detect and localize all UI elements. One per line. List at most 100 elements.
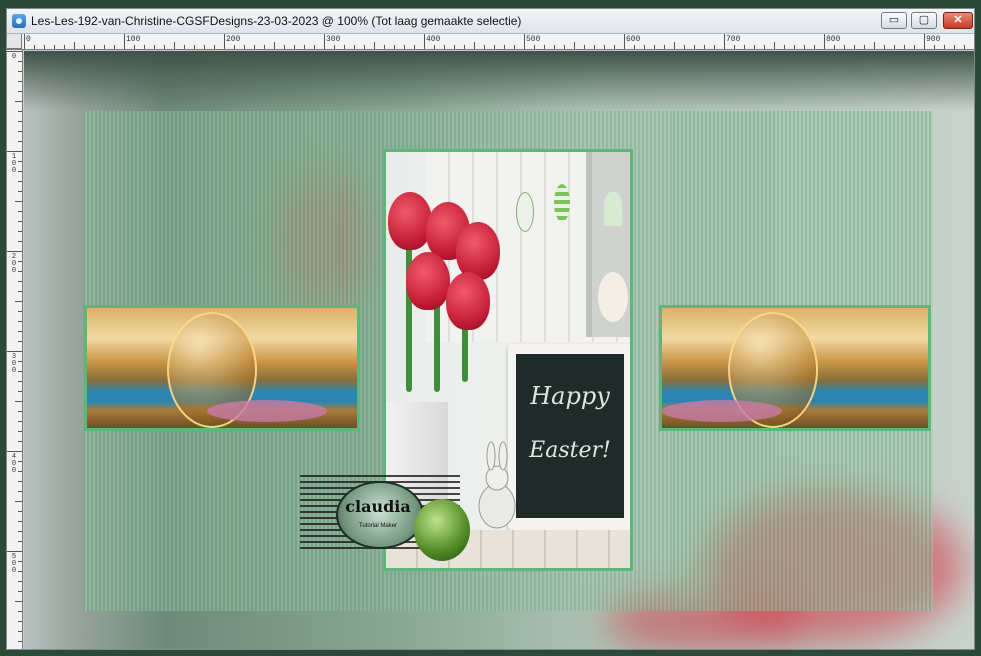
- ruler-left-label: 200: [11, 253, 17, 275]
- right-thumbnail-photo: [659, 305, 931, 431]
- ruler-tick: [18, 191, 22, 192]
- ruler-tick: [484, 45, 485, 49]
- ruler-tick: [15, 301, 22, 302]
- left-thumbnail-photo: [84, 305, 360, 431]
- ruler-tick: [7, 251, 22, 252]
- ruler-tick: [554, 45, 555, 49]
- ruler-tick: [794, 45, 795, 49]
- ruler-tick: [18, 481, 22, 482]
- hanging-egg: [554, 184, 570, 222]
- ruler-tick: [234, 45, 235, 49]
- ruler-corner: [7, 34, 22, 49]
- minimize-button[interactable]: ▭: [881, 12, 907, 29]
- tulip-flower: [456, 222, 500, 280]
- ruler-tick: [684, 45, 685, 49]
- ruler-top-label: 200: [226, 35, 241, 44]
- maximize-icon: ▢: [918, 14, 930, 26]
- ruler-tick: [18, 261, 22, 262]
- ruler-tick: [564, 45, 565, 49]
- ruler-tick: [18, 591, 22, 592]
- ruler-left-label: 300: [11, 353, 17, 375]
- ruler-tick: [804, 45, 805, 49]
- tulip-flower: [406, 252, 450, 310]
- ruler-tick: [184, 45, 185, 49]
- title-bar[interactable]: Les-Les-192-van-Christine-CGSFDesigns-23…: [7, 9, 974, 34]
- ruler-tick: [18, 321, 22, 322]
- ruler-tick: [604, 45, 605, 49]
- ruler-tick: [464, 45, 465, 49]
- ruler-tick: [394, 45, 395, 49]
- image-canvas[interactable]: Happy Easter! claudia Tutorial Maker: [24, 51, 974, 649]
- minimize-icon: ▭: [888, 14, 900, 26]
- chalkboard-frame: Happy Easter!: [508, 344, 630, 530]
- ruler-tick: [224, 34, 225, 49]
- ruler-tick: [324, 34, 325, 49]
- ruler-tick: [514, 45, 515, 49]
- ruler-top-label: 100: [126, 35, 141, 44]
- ruler-tick: [834, 45, 835, 49]
- ruler-tick: [914, 45, 915, 49]
- maximize-button[interactable]: ▢: [911, 12, 937, 29]
- ruler-tick: [304, 45, 305, 49]
- ruler-tick: [18, 381, 22, 382]
- ruler-tick: [18, 121, 22, 122]
- ruler-tick: [18, 91, 22, 92]
- ruler-tick: [444, 45, 445, 49]
- ruler-tick: [18, 341, 22, 342]
- ruler-tick: [18, 431, 22, 432]
- image-window[interactable]: Les-Les-192-van-Christine-CGSFDesigns-23…: [6, 8, 975, 650]
- ruler-tick: [18, 621, 22, 622]
- ruler-tick: [284, 45, 285, 49]
- ruler-tick: [18, 361, 22, 362]
- ruler-tick: [18, 271, 22, 272]
- ruler-tick: [15, 401, 22, 402]
- ruler-tick: [384, 45, 385, 49]
- ruler-tick: [754, 45, 755, 49]
- ruler-tick: [714, 45, 715, 49]
- ruler-tick: [524, 34, 525, 49]
- ruler-tick: [734, 45, 735, 49]
- ruler-tick: [254, 45, 255, 49]
- ruler-tick: [34, 45, 35, 49]
- ruler-tick: [18, 411, 22, 412]
- close-button[interactable]: ✕: [943, 12, 973, 29]
- close-icon: ✕: [953, 14, 963, 26]
- ruler-tick: [364, 45, 365, 49]
- ruler-top-label: 500: [526, 35, 541, 44]
- ruler-tick: [7, 51, 22, 52]
- ruler-tick: [784, 45, 785, 49]
- green-egg: [414, 499, 470, 561]
- window-title: Les-Les-192-van-Christine-CGSFDesigns-23…: [31, 14, 522, 28]
- ruler-tick: [414, 45, 415, 49]
- ruler-tick: [18, 391, 22, 392]
- ruler-top-label: 700: [726, 35, 741, 44]
- ruler-tick: [594, 45, 595, 49]
- ruler-left-label: 0: [11, 53, 17, 61]
- ruler-tick: [314, 45, 315, 49]
- ruler-top-label: 800: [826, 35, 841, 44]
- ruler-tick: [194, 45, 195, 49]
- ruler-tick: [18, 331, 22, 332]
- ruler-tick: [18, 181, 22, 182]
- ruler-tick: [744, 45, 745, 49]
- ruler-tick: [18, 471, 22, 472]
- ruler-tick: [814, 45, 815, 49]
- ruler-tick: [18, 241, 22, 242]
- ruler-tick: [504, 45, 505, 49]
- vertical-ruler[interactable]: 0 100 200 300 400 500: [7, 50, 23, 649]
- ruler-tick: [124, 34, 125, 49]
- ruler-tick: [18, 211, 22, 212]
- chalkboard: Happy Easter!: [516, 354, 624, 518]
- ruler-tick: [18, 421, 22, 422]
- horizontal-ruler[interactable]: 0 100 200 300 400 500 600 700 800 900: [7, 34, 974, 50]
- ruler-tick: [15, 601, 22, 602]
- ruler-left-label: 400: [11, 453, 17, 475]
- ruler-tick: [18, 171, 22, 172]
- ruler-tick: [18, 571, 22, 572]
- ruler-tick: [18, 71, 22, 72]
- ruler-tick: [704, 45, 705, 49]
- ruler-top-label: 900: [926, 35, 941, 44]
- ruler-tick: [18, 311, 22, 312]
- ruler-tick: [18, 371, 22, 372]
- ruler-tick: [294, 45, 295, 49]
